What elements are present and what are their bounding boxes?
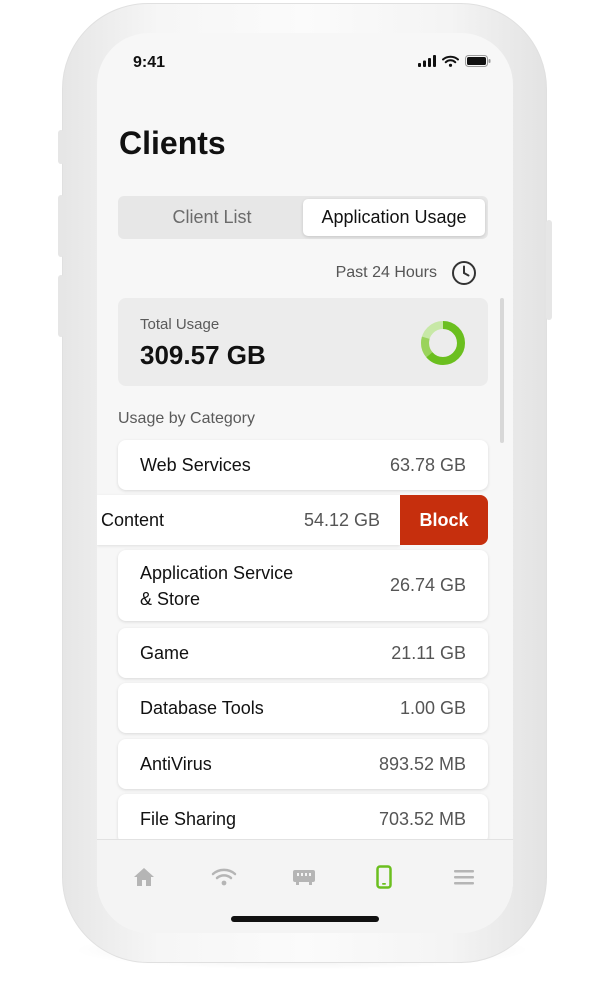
total-usage-label: Total Usage	[140, 316, 220, 333]
battery-icon	[465, 55, 491, 67]
side-button-power	[546, 220, 552, 320]
category-row-file-sharing[interactable]: File Sharing 703.52 MB	[118, 794, 488, 844]
category-row-antivirus[interactable]: AntiVirus 893.52 MB	[118, 739, 488, 789]
side-button-volume-down	[58, 275, 64, 337]
wifi-icon	[211, 868, 237, 886]
cellular-signal-icon	[418, 55, 436, 67]
side-button-volume-up	[58, 195, 64, 257]
screen: 9:41 Clients Client List Application Usa	[97, 33, 513, 933]
side-button-silent	[58, 130, 64, 164]
status-icons	[418, 55, 491, 67]
category-size: 26.74 GB	[389, 575, 466, 595]
category-name-line1: Application Service	[140, 562, 294, 583]
status-bar: 9:41	[97, 33, 513, 93]
nav-clients[interactable]	[364, 862, 404, 892]
category-row-game[interactable]: Game 21.11 GB	[118, 628, 488, 678]
status-time: 9:41	[133, 54, 166, 71]
scrollbar[interactable]	[500, 298, 504, 443]
category-name: Application Service & Store	[140, 560, 293, 612]
category-size: 63.78 GB	[389, 454, 466, 475]
block-button[interactable]: Block	[400, 495, 488, 545]
clock-icon[interactable]	[451, 260, 477, 286]
category-row-content-main[interactable]: Content 54.12 GB	[97, 495, 400, 545]
menu-icon	[454, 870, 474, 885]
category-name: Game	[140, 643, 190, 663]
page-title: Clients	[119, 125, 226, 161]
router-icon	[293, 870, 315, 885]
total-usage-value: 309.57 GB	[140, 340, 266, 370]
category-size: 1.00 GB	[399, 697, 466, 718]
time-filter-label: Past 24 Hours	[335, 264, 437, 281]
view-segmented-control: Client List Application Usage	[118, 196, 488, 239]
category-name: AntiVirus	[140, 754, 212, 774]
category-size: 893.52 MB	[378, 753, 466, 774]
nav-home[interactable]	[124, 862, 164, 892]
home-icon	[134, 868, 154, 886]
category-heading: Usage by Category	[118, 410, 255, 427]
category-name-line2: & Store	[140, 588, 201, 609]
category-name: File Sharing	[140, 809, 237, 829]
category-size: 21.11 GB	[391, 642, 466, 663]
nav-menu[interactable]	[444, 862, 484, 892]
nav-router[interactable]	[284, 862, 324, 892]
home-indicator[interactable]	[231, 916, 379, 922]
tab-client-list[interactable]: Client List	[121, 199, 303, 236]
wifi-status-icon	[442, 55, 459, 67]
category-name: Content	[101, 510, 165, 530]
usage-donut-icon	[421, 321, 465, 365]
category-row-content[interactable]: Content 54.12 GB Block	[97, 495, 488, 545]
tab-application-usage[interactable]: Application Usage	[303, 199, 485, 236]
phone-icon	[376, 865, 392, 889]
category-row-application-service[interactable]: Application Service & Store 26.74 GB	[118, 550, 488, 621]
total-usage-card: Total Usage 309.57 GB	[118, 298, 488, 386]
category-name: Web Services	[140, 455, 251, 475]
category-name: Database Tools	[140, 698, 264, 718]
time-filter[interactable]: Past 24 Hours	[336, 260, 477, 286]
category-row-web-services[interactable]: Web Services 63.78 GB	[118, 440, 488, 490]
category-size: 703.52 MB	[378, 808, 466, 829]
category-size: 54.12 GB	[303, 509, 380, 530]
nav-wifi[interactable]	[204, 862, 244, 892]
category-row-database-tools[interactable]: Database Tools 1.00 GB	[118, 683, 488, 733]
